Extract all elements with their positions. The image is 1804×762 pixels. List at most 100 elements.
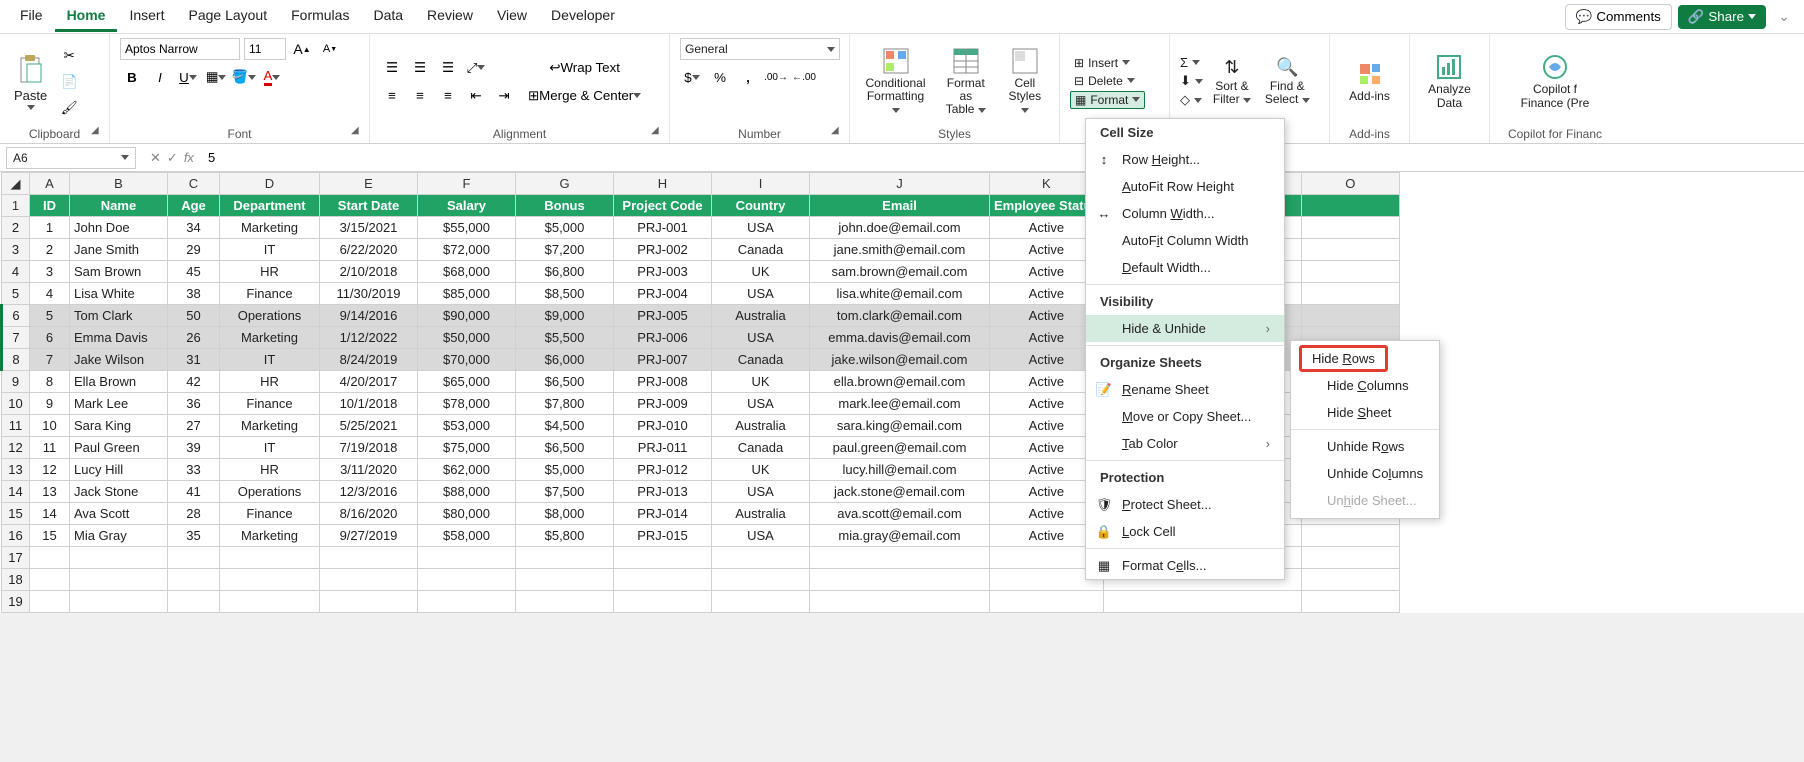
col-header-H[interactable]: H <box>614 173 712 195</box>
cell[interactable] <box>1103 591 1301 613</box>
cell[interactable]: $5,000 <box>516 217 614 239</box>
cell[interactable] <box>516 591 614 613</box>
cell[interactable]: mia.gray@email.com <box>810 525 990 547</box>
cell[interactable]: 5 <box>30 305 70 327</box>
cell[interactable]: Ella Brown <box>70 371 168 393</box>
cell[interactable]: $5,500 <box>516 327 614 349</box>
cell[interactable] <box>220 547 320 569</box>
cell[interactable]: IT <box>220 437 320 459</box>
cell[interactable]: ella.brown@email.com <box>810 371 990 393</box>
cell[interactable] <box>418 547 516 569</box>
cell[interactable]: 4 <box>30 283 70 305</box>
analyze-data-button[interactable]: AnalyzeData <box>1424 53 1475 109</box>
cell[interactable] <box>712 569 810 591</box>
bold-button[interactable]: B <box>120 66 144 88</box>
menu-default-width[interactable]: Default Width... <box>1086 254 1284 281</box>
cell[interactable]: 15 <box>30 525 70 547</box>
cell[interactable]: Marketing <box>220 217 320 239</box>
cell[interactable]: 36 <box>168 393 220 415</box>
submenu-unhide-columns[interactable]: Unhide Columns <box>1291 460 1439 487</box>
cell[interactable]: $6,500 <box>516 437 614 459</box>
cell[interactable]: IT <box>220 239 320 261</box>
cell[interactable] <box>320 569 418 591</box>
fx-icon[interactable]: fx <box>184 150 194 166</box>
cell[interactable]: Operations <box>220 305 320 327</box>
cell[interactable]: 11 <box>30 437 70 459</box>
cell[interactable]: $90,000 <box>418 305 516 327</box>
cell[interactable]: HR <box>220 459 320 481</box>
cell[interactable]: IT <box>220 349 320 371</box>
font-name-select[interactable] <box>120 38 240 60</box>
cell[interactable]: 3 <box>30 261 70 283</box>
col-header-G[interactable]: G <box>516 173 614 195</box>
cell[interactable]: jane.smith@email.com <box>810 239 990 261</box>
cell[interactable] <box>516 569 614 591</box>
cell[interactable]: 10 <box>30 415 70 437</box>
font-size-select[interactable] <box>244 38 286 60</box>
header-cell[interactable]: Age <box>168 195 220 217</box>
format-painter-button[interactable]: 🖌 <box>57 97 81 119</box>
cell[interactable]: 2 <box>30 239 70 261</box>
share-button[interactable]: 🔗 Share <box>1678 5 1766 29</box>
cell[interactable]: Finance <box>220 283 320 305</box>
cell[interactable]: 9 <box>30 393 70 415</box>
clipboard-launcher[interactable]: ◢ <box>91 125 105 139</box>
copilot-button[interactable]: Copilot fFinance (Pre <box>1517 53 1594 109</box>
italic-button[interactable]: I <box>148 66 172 88</box>
align-right-button[interactable]: ≡ <box>436 85 460 107</box>
cell[interactable]: paul.green@email.com <box>810 437 990 459</box>
cell[interactable]: PRJ-007 <box>614 349 712 371</box>
cell[interactable]: Jake Wilson <box>70 349 168 371</box>
orientation-button[interactable]: ⤢ <box>464 57 488 79</box>
cell[interactable]: Emma Davis <box>70 327 168 349</box>
cell[interactable]: $58,000 <box>418 525 516 547</box>
cell[interactable]: 10/1/2018 <box>320 393 418 415</box>
find-select-button[interactable]: 🔍 Find &Select <box>1261 57 1314 106</box>
cell[interactable]: 6 <box>30 327 70 349</box>
cell[interactable]: 14 <box>30 503 70 525</box>
cell[interactable] <box>168 547 220 569</box>
cell[interactable]: 3/15/2021 <box>320 217 418 239</box>
cell[interactable]: 42 <box>168 371 220 393</box>
cell[interactable] <box>1301 525 1399 547</box>
cell[interactable]: PRJ-013 <box>614 481 712 503</box>
cell[interactable] <box>614 569 712 591</box>
submenu-hide-rows[interactable]: Hide Rows <box>1291 345 1439 372</box>
insert-cells-button[interactable]: ⊞Insert <box>1070 55 1145 71</box>
cell[interactable]: Operations <box>220 481 320 503</box>
col-header-A[interactable]: A <box>30 173 70 195</box>
cell[interactable]: USA <box>712 481 810 503</box>
align-left-button[interactable]: ≡ <box>380 85 404 107</box>
cell[interactable] <box>220 569 320 591</box>
row-header-9[interactable]: 9 <box>2 371 30 393</box>
autosum-button[interactable]: Σ <box>1180 55 1200 70</box>
cell[interactable] <box>30 591 70 613</box>
col-header-I[interactable]: I <box>712 173 810 195</box>
cell[interactable]: PRJ-012 <box>614 459 712 481</box>
cell[interactable]: $8,000 <box>516 503 614 525</box>
currency-button[interactable]: $ <box>680 66 704 88</box>
row-header-2[interactable]: 2 <box>2 217 30 239</box>
cell[interactable] <box>1301 261 1399 283</box>
paste-button[interactable]: Paste <box>10 52 51 112</box>
cell[interactable]: 1/12/2022 <box>320 327 418 349</box>
col-header-D[interactable]: D <box>220 173 320 195</box>
clear-button[interactable]: ◇ <box>1180 92 1202 108</box>
cell[interactable]: $68,000 <box>418 261 516 283</box>
cell[interactable]: John Doe <box>70 217 168 239</box>
cell[interactable]: $53,000 <box>418 415 516 437</box>
cell[interactable]: 2/10/2018 <box>320 261 418 283</box>
row-header-5[interactable]: 5 <box>2 283 30 305</box>
copy-button[interactable]: 📄 <box>57 71 81 93</box>
cell[interactable]: ava.scott@email.com <box>810 503 990 525</box>
cell[interactable]: PRJ-004 <box>614 283 712 305</box>
select-all-cell[interactable]: ◢ <box>2 173 30 195</box>
fill-button[interactable]: ⬇ <box>1180 73 1203 89</box>
cell[interactable]: Paul Green <box>70 437 168 459</box>
tab-home[interactable]: Home <box>55 1 118 32</box>
cell[interactable] <box>614 591 712 613</box>
cell[interactable] <box>30 569 70 591</box>
row-header-17[interactable]: 17 <box>2 547 30 569</box>
cell[interactable]: 27 <box>168 415 220 437</box>
font-color-button[interactable]: A <box>260 66 284 88</box>
